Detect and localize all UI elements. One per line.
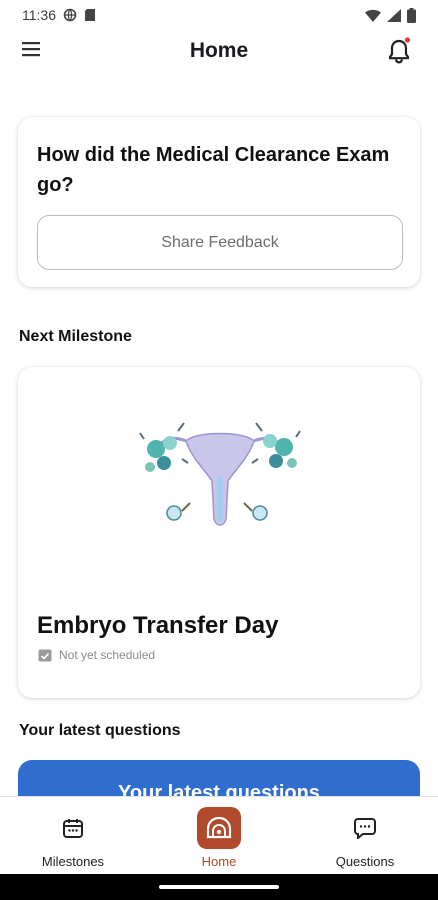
home-icon: [206, 816, 232, 839]
nav-milestones-label: Milestones: [41, 854, 105, 869]
notification-dot: [404, 37, 411, 43]
app-bar: Home: [0, 30, 438, 72]
nav-home-label: Home: [201, 854, 237, 869]
feedback-card: How did the Medical Clearance Exam go? S…: [18, 117, 420, 287]
status-left: 11:36: [22, 7, 96, 23]
share-feedback-button[interactable]: Share Feedback: [37, 215, 403, 270]
status-bar: 11:36: [0, 0, 438, 30]
milestone-card[interactable]: Embryo Transfer Day Not yet scheduled: [18, 367, 420, 698]
uterus-illustration-icon: [139, 422, 301, 526]
vpn-globe-icon: [63, 8, 77, 22]
gesture-bar: [0, 874, 438, 900]
menu-button[interactable]: [22, 40, 42, 58]
bottom-navigation: Milestones Home Questions: [0, 796, 438, 874]
bell-icon: [388, 37, 411, 64]
nav-home-icon-wrap: [197, 807, 241, 849]
gesture-handle[interactable]: [159, 885, 279, 889]
page-title: Home: [189, 39, 249, 62]
hamburger-menu-icon: [22, 42, 40, 57]
next-milestone-heading: Next Milestone: [19, 328, 132, 345]
cell-signal-icon: [387, 8, 401, 22]
battery-icon: [407, 7, 416, 23]
nav-milestones-icon-wrap: [51, 807, 95, 849]
nav-questions-icon-wrap: [343, 807, 387, 849]
milestone-status-text: Not yet scheduled: [59, 648, 156, 662]
notifications-button[interactable]: [386, 35, 414, 65]
status-time: 11:36: [22, 7, 56, 23]
nav-milestones[interactable]: Milestones: [0, 797, 146, 875]
chat-bubble-icon: [354, 818, 376, 839]
milestone-title: Embryo Transfer Day: [37, 612, 279, 639]
nav-home[interactable]: Home: [146, 797, 292, 875]
calendar-check-icon: [38, 649, 52, 662]
feedback-question: How did the Medical Clearance Exam go?: [37, 144, 390, 196]
nav-questions[interactable]: Questions: [292, 797, 438, 875]
calendar-icon: [63, 819, 83, 838]
wifi-icon: [365, 9, 381, 22]
sd-card-icon: [85, 9, 95, 21]
status-right: [365, 7, 416, 23]
nav-questions-label: Questions: [335, 854, 395, 869]
latest-questions-heading: Your latest questions: [19, 722, 181, 739]
milestone-status: Not yet scheduled: [38, 648, 155, 662]
